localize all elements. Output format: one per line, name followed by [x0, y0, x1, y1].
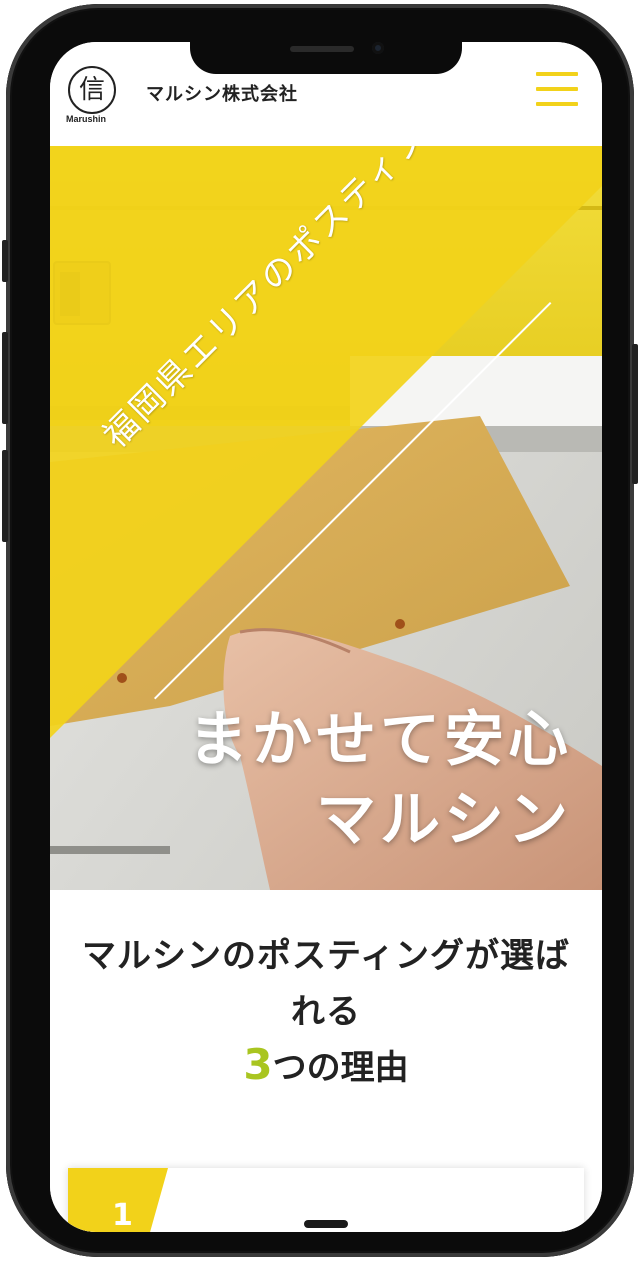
hamburger-menu-button[interactable] — [536, 72, 578, 106]
front-camera — [372, 42, 384, 54]
reasons-subtitle: 3つの理由 — [50, 1040, 602, 1089]
phone-screen: 信 Marushin マルシン株式会社 まかせて安心 マルシン マルシンのポステ… — [50, 42, 602, 1232]
reason-number: 1 — [112, 1198, 133, 1232]
hero-headline-line1: まかせて安心 — [188, 705, 572, 775]
reasons-section: マルシンのポスティングが選ばれる 3つの理由 1 — [50, 890, 602, 1232]
company-name[interactable]: マルシン株式会社 — [146, 80, 298, 106]
mute-switch — [2, 240, 8, 282]
phone-frame: 信 Marushin マルシン株式会社 まかせて安心 マルシン マルシンのポステ… — [2, 4, 638, 1257]
hamburger-icon — [536, 72, 578, 76]
hamburger-icon-bar — [536, 102, 578, 106]
volume-up-button — [2, 332, 8, 424]
reasons-title: マルシンのポスティングが選ばれる — [82, 936, 570, 1032]
hamburger-icon-bar — [536, 87, 578, 91]
volume-down-button — [2, 450, 8, 542]
hero-headline: まかせて安心 マルシン — [188, 700, 572, 860]
logo-glyph: 信 — [78, 75, 105, 105]
phone-notch — [190, 38, 462, 74]
home-indicator[interactable] — [304, 1220, 348, 1228]
hero-banner: 福岡県エリアのポスティングなら まかせて安心 マルシン — [50, 146, 602, 890]
reasons-subtitle-text: つの理由 — [272, 1048, 409, 1088]
speaker-grille — [290, 46, 354, 52]
hero-headline-line2: マルシン — [316, 785, 572, 855]
power-button — [632, 344, 638, 484]
company-logo[interactable]: 信 — [68, 66, 116, 114]
reasons-count: 3 — [243, 1040, 273, 1089]
logo-wordmark: Marushin — [66, 114, 107, 124]
